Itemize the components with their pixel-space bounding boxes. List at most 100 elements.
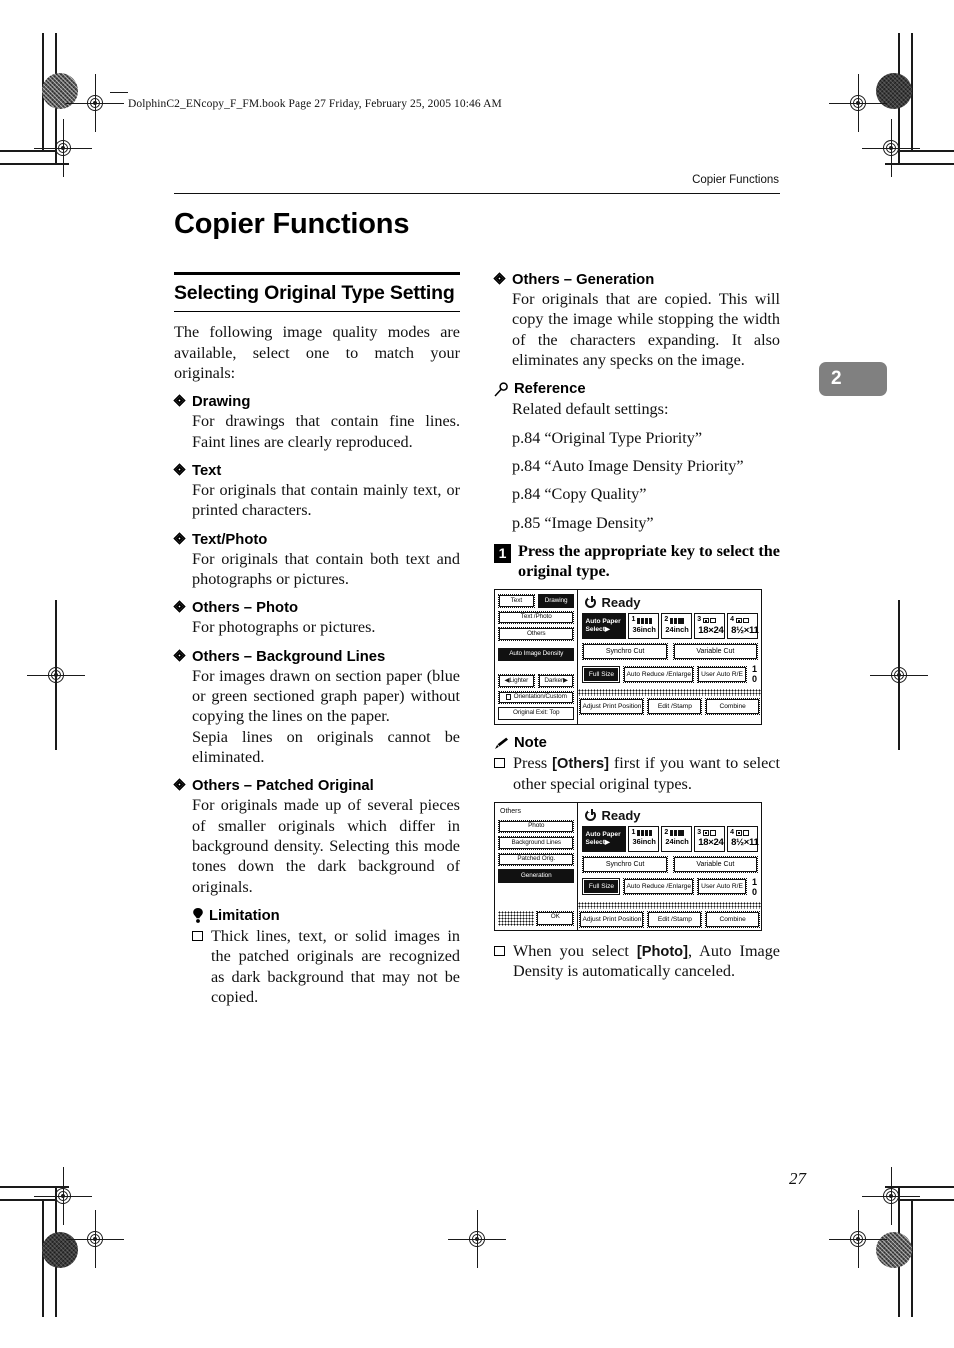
diamond-bullet-icon	[173, 778, 186, 791]
lcd1-tray-1[interactable]: 1 36inch	[628, 613, 660, 640]
tray-number: 3	[697, 616, 702, 624]
lcd-screenshot-2: Others Photo Background Lines Patched Or…	[494, 801, 762, 931]
lcd1-status-label: Ready	[601, 595, 641, 611]
note-heading: Note	[494, 735, 780, 751]
lcd1-auto-reduce-enlarge[interactable]: Auto Reduce /Enlarge	[623, 665, 694, 683]
lcd1-full-size[interactable]: Full Size	[582, 665, 621, 683]
bullet-body-2: Sepia lines on originals cannot be elimi…	[192, 727, 460, 766]
bullet-body: For originals that contain mainly text, …	[192, 481, 460, 520]
bullet-label: Others – Patched Original	[192, 778, 374, 795]
lcd2-edit-stamp[interactable]: Edit /Stamp	[647, 910, 703, 928]
lcd2-key-photo[interactable]: Photo	[498, 819, 575, 834]
lcd2-tray-2[interactable]: 2 24inch	[661, 825, 693, 852]
lcd2-tray-4[interactable]: 4 8½×11	[727, 825, 759, 852]
bullet-label: Others – Photo	[192, 600, 299, 617]
bullet-others-patched-original: Others – Patched Original For originals …	[173, 778, 460, 897]
lcd2-key-generation[interactable]: Generation	[498, 869, 575, 883]
limitation-icon	[193, 908, 203, 924]
reference-link-1[interactable]: p.84 “Original Type Priority”	[494, 428, 780, 448]
lcd1-key-lighter[interactable]: ◀Lighter	[498, 674, 535, 688]
tray-number: 2	[664, 616, 669, 624]
sheet-icon	[710, 830, 717, 836]
reference-link-2[interactable]: p.84 “Auto Image Density Priority”	[494, 456, 780, 476]
lcd1-synchro-cut[interactable]: Synchro Cut	[582, 643, 668, 661]
sheet-icon	[735, 830, 742, 836]
lcd1-tray-3[interactable]: 3 18×24	[694, 613, 726, 640]
tray-size: 8½×11	[731, 837, 759, 849]
color-bar-blob-tr	[876, 73, 912, 109]
registration-target-br	[829, 1210, 887, 1268]
note-item-2: When you select [Photo], Auto Image Dens…	[494, 941, 780, 982]
diamond-bullet-icon	[173, 600, 186, 613]
color-bar-blob-tl	[42, 73, 78, 109]
lcd2-main: Ready Auto Paper Select▶ 1 36inch 2 24in…	[578, 803, 761, 930]
lcd2-tray-3[interactable]: 3 18×24	[694, 825, 726, 852]
registration-target-tl2	[34, 119, 92, 177]
square-bullet-icon	[494, 756, 508, 769]
lcd2-auto-paper-select[interactable]: Auto Paper Select▶	[582, 825, 627, 852]
lcd1-key-others[interactable]: Others	[498, 627, 575, 641]
lcd1-auto-paper-select[interactable]: Auto Paper Select▶	[582, 613, 627, 640]
lcd2-adjust-print-position[interactable]: Adjust Print Position	[579, 910, 645, 928]
lcd1-key-text-photo[interactable]: Text /Photo	[498, 610, 575, 625]
lcd1-combine[interactable]: Combine	[705, 698, 761, 716]
intro-paragraph: The following image quality modes are av…	[174, 323, 460, 383]
tray-number: 1	[631, 828, 636, 836]
lcd1-key-original-exit[interactable]: Original Exit: Top	[498, 706, 575, 721]
lcd2-combine[interactable]: Combine	[705, 910, 761, 928]
limitation-note-text: Thick lines, text, or solid images in th…	[211, 926, 460, 1006]
bullet-label: Text/Photo	[192, 531, 268, 548]
lcd1-tray-4[interactable]: 4 8½×11	[727, 613, 759, 640]
lcd2-status-label: Ready	[601, 807, 641, 823]
bullet-label: Drawing	[192, 394, 251, 411]
lcd2-user-auto-re[interactable]: User Auto R/E	[696, 878, 747, 896]
lcd2-full-size[interactable]: Full Size	[582, 878, 621, 896]
lcd2-key-patched-orig[interactable]: Patched Orig.	[498, 852, 575, 867]
lcd2-key-background-lines[interactable]: Background Lines	[498, 836, 575, 850]
note-item-2-text: When you select [Photo], Auto Image Dens…	[513, 941, 780, 982]
lcd1-status: Ready	[582, 593, 758, 613]
bullet-others-background-lines: Others – Background Lines For images dra…	[173, 649, 460, 768]
note-label: Note	[514, 735, 547, 752]
lcd1-key-orientation[interactable]: Orientation/Custom	[498, 690, 575, 704]
tray-size: 18×24	[698, 837, 724, 849]
diamond-bullet-icon	[493, 272, 506, 285]
lcd1-text-drawing-row: Text Drawing	[498, 594, 575, 608]
lcd1-key-orientation-label: Orientation/Custom	[513, 693, 567, 701]
tray-size: 24inch	[665, 837, 689, 847]
lcd2-key-ok[interactable]: OK	[536, 910, 575, 926]
lcd1-ratio-value: 1 0	[751, 664, 758, 685]
reference-link-4[interactable]: p.85 “Image Density”	[494, 513, 780, 533]
lcd2-tray-1[interactable]: 1 36inch	[628, 825, 660, 852]
step-1: 1 Press the appropriate key to select th…	[494, 542, 780, 582]
tray-size: 36inch	[632, 624, 656, 634]
power-icon	[585, 808, 597, 821]
tray-number: 4	[730, 828, 735, 836]
lcd2-auto-reduce-enlarge[interactable]: Auto Reduce /Enlarge	[623, 878, 694, 896]
lcd1-variable-cut[interactable]: Variable Cut	[672, 643, 758, 661]
lcd2-status: Ready	[582, 806, 758, 826]
orientation-icon	[505, 694, 511, 701]
note-item-1: Press [Others] first if you want to sele…	[494, 753, 780, 794]
lcd1-adjust-print-position[interactable]: Adjust Print Position	[579, 698, 645, 716]
lcd2-bottom-row: Adjust Print Position Edit /Stamp Combin…	[578, 910, 761, 928]
page-number: 27	[789, 1169, 806, 1188]
lcd1-key-darker[interactable]: Darker▶	[537, 674, 575, 688]
note-2-key: [Photo]	[636, 943, 688, 960]
lcd1-tray-2[interactable]: 2 24inch	[661, 613, 693, 640]
bullet-text: Text For originals that contain mainly t…	[173, 463, 460, 521]
lcd1-key-drawing[interactable]: Drawing	[537, 594, 575, 608]
lcd1-edit-stamp[interactable]: Edit /Stamp	[647, 698, 703, 716]
tray-size: 24inch	[665, 624, 689, 634]
lcd1-key-auto-image-density[interactable]: Auto Image Density	[498, 647, 575, 662]
diamond-bullet-icon	[173, 532, 186, 545]
sheet-icon	[710, 617, 717, 624]
lcd1-key-text[interactable]: Text	[498, 594, 535, 608]
section-rule-top	[174, 272, 460, 276]
lcd1-user-auto-re[interactable]: User Auto R/E	[696, 665, 747, 683]
registration-target-br2	[862, 1167, 920, 1225]
note-item-1-text: Press [Others] first if you want to sele…	[513, 753, 780, 794]
reference-link-3[interactable]: p.84 “Copy Quality”	[494, 484, 780, 504]
lcd2-variable-cut[interactable]: Variable Cut	[672, 855, 758, 873]
lcd2-synchro-cut[interactable]: Synchro Cut	[582, 855, 668, 873]
